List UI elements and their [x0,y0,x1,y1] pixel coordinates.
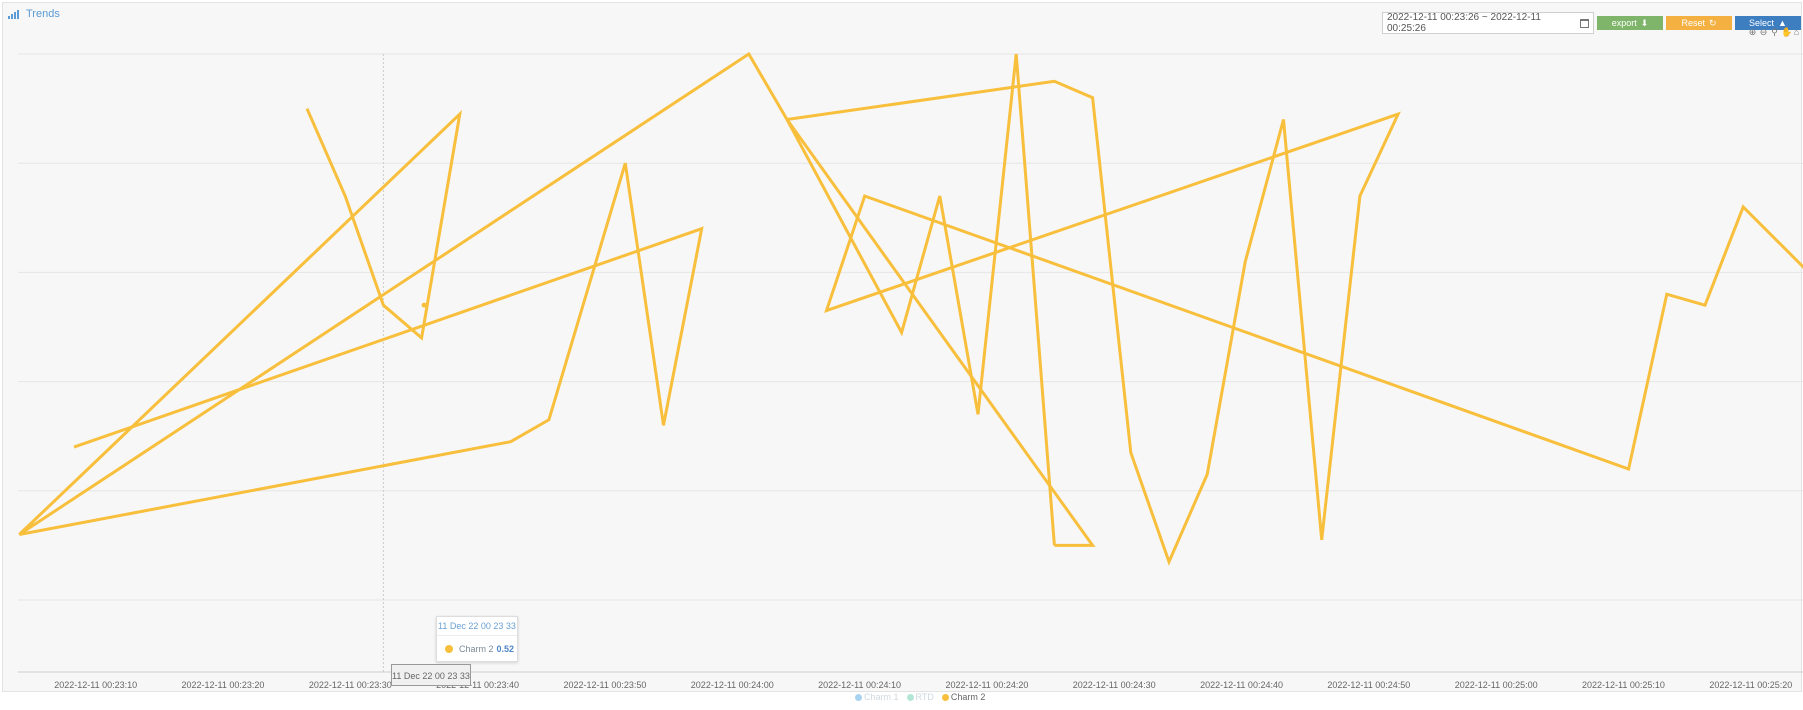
x-tick-label: 2022-12-11 00:25:00 [1455,680,1538,690]
x-tick-label: 2022-12-11 00:23:30 [309,680,392,690]
legend-swatch-icon [941,693,949,701]
panel-title-text: Trends [26,8,60,20]
date-range-value: 2022-12-11 00:23:26 ~ 2022-12-11 00:25:2… [1387,12,1541,34]
legend-item-charm-1[interactable]: Charm 1 [855,692,899,702]
magnifier-icon[interactable]: ⚲ [1770,28,1779,37]
trend-chart[interactable]: 2022-12-11 00:23:10 2022-12-11 00:23:20 20… [0,0,1803,710]
x-tick-label: 2022-12-11 00:23:50 [563,680,646,690]
legend-label: RTD [915,692,934,702]
reset-button-label: Reset [1681,18,1705,28]
download-icon: ⬇ [1640,17,1649,28]
refresh-icon: ↻ [1708,17,1717,28]
x-tick-label: 2022-12-11 00:24:50 [1327,680,1410,690]
legend-label: Charm 1 [864,692,899,702]
home-icon[interactable]: ⌂ [1792,28,1801,37]
chart-bar-icon [8,9,20,19]
x-tick-label: 2022-12-11 00:24:40 [1200,680,1283,690]
chart-legend: Charm 1 RTD Charm 2 [855,692,985,702]
legend-item-rtd[interactable]: RTD [906,692,934,702]
crosshair-time-label: 11 Dec 22 00 23 33 [391,664,471,686]
series-line [785,118,1096,547]
legend-label: Charm 2 [950,692,986,702]
tooltip-value: 0.52 [496,644,515,654]
x-tick-label: 2022-12-11 00:24:00 [691,680,774,690]
x-tick-label: 2022-12-11 00:24:30 [1073,680,1156,690]
x-tick-label: 2022-12-11 00:24:20 [945,680,1028,690]
zoom-tools: ⊕ ⊖ ⚲ ✋ ⌂ [1748,28,1801,37]
date-range-picker[interactable]: 2022-12-11 00:23:26 ~ 2022-12-11 00:25:2… [1382,12,1594,34]
series-line [19,162,704,536]
series-line [18,51,1803,566]
legend-item-charm-2[interactable]: Charm 2 [941,692,986,702]
export-button-label: export [1611,18,1637,28]
pan-hand-icon[interactable]: ✋ [1781,28,1792,37]
tooltip-row: Charm 2 0.52 [437,636,517,654]
reset-button[interactable]: Reset ↻ [1666,16,1732,30]
x-tick-label: 2022-12-11 00:25:20 [1709,680,1792,690]
series-dot-icon [445,645,453,653]
x-tick-label: 2022-12-11 00:23:10 [54,680,137,690]
series-line [785,53,1056,546]
hover-point [421,302,427,308]
data-tooltip: 11 Dec 22 00 23 33 Charm 2 0.52 [436,616,518,662]
tooltip-series: Charm 2 [459,644,494,654]
calendar-icon [1580,18,1589,28]
chart-toolbar: 2022-12-11 00:23:26 ~ 2022-12-11 00:25:2… [1382,12,1801,34]
zoom-in-icon[interactable]: ⊕ [1748,28,1757,37]
tooltip-time: 11 Dec 22 00 23 33 [437,617,517,636]
legend-swatch-icon [906,693,914,701]
legend-swatch-icon [855,693,862,701]
x-tick-label: 2022-12-11 00:25:10 [1582,680,1665,690]
x-tick-label: 2022-12-11 00:24:10 [818,680,901,690]
zoom-out-icon[interactable]: ⊖ [1759,28,1768,37]
panel-title: Trends [8,8,60,20]
x-tick-label: 2022-12-11 00:23:20 [182,680,265,690]
export-button[interactable]: export ⬇ [1597,16,1663,30]
